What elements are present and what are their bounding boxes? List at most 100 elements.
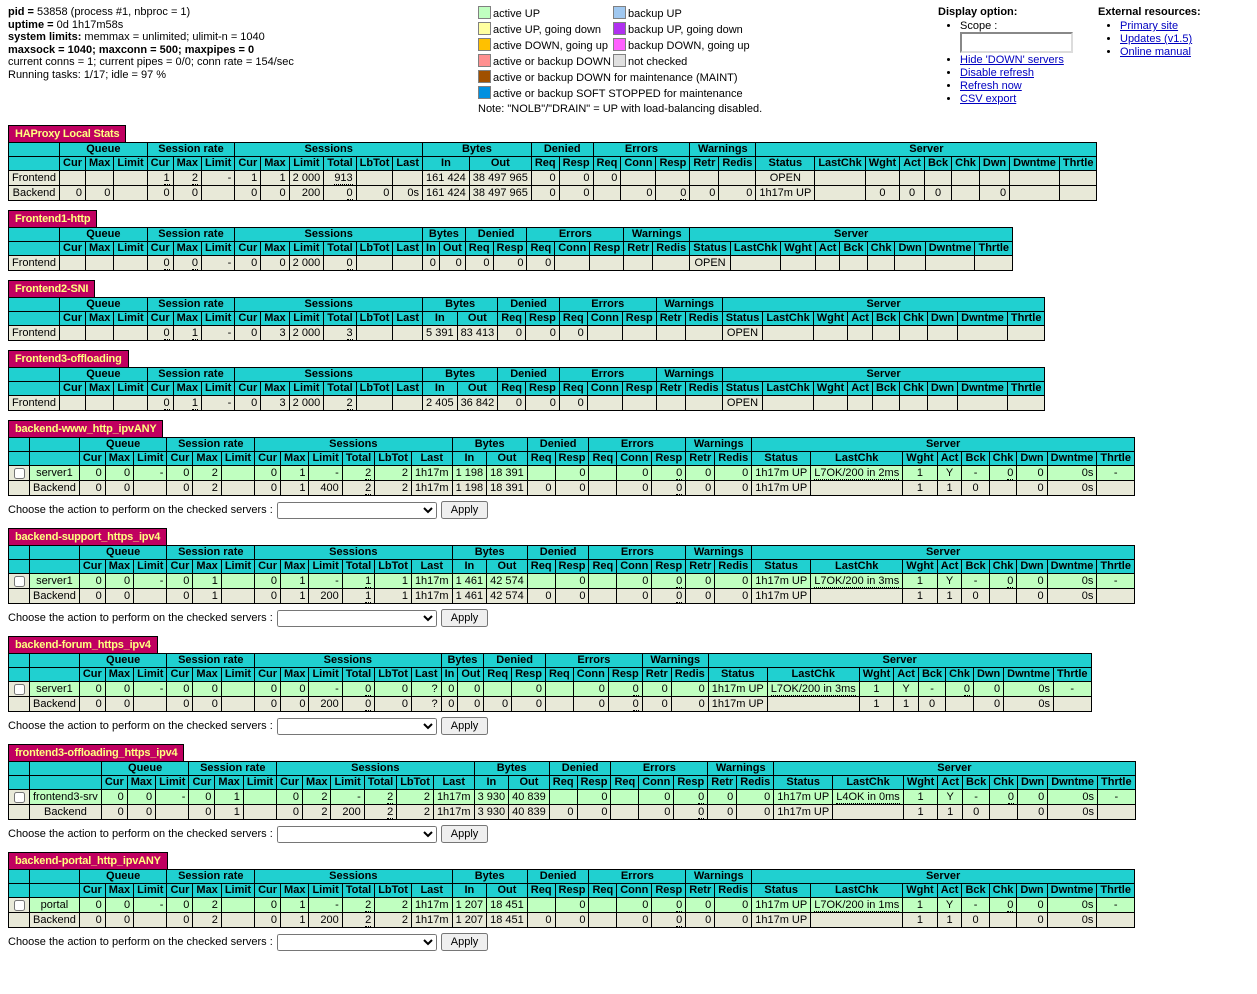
col-denied-resp: Resp [493,242,527,256]
col-errors-req: Req [593,157,621,171]
cell-server-chk: 0 [989,898,1017,913]
disable-refresh-link[interactable]: Disable refresh [960,67,1034,79]
col-sessions-lbtot: LbTot [375,452,412,466]
server-action-bar: Choose the action to perform on the chec… [8,607,1257,627]
cell-queue-limit [134,481,167,496]
col-warnings-retr: Retr [642,668,671,682]
row-select-checkbox[interactable] [14,792,25,803]
col-denied-resp: Resp [555,560,589,574]
online-manual-item[interactable]: Online manual [1120,46,1201,58]
hide-down-servers-item[interactable]: Hide 'DOWN' servers [960,54,1098,66]
group-header-errors: Errors [545,654,642,668]
col-bytes-in: In [423,382,458,396]
row-select-cell[interactable] [9,898,30,913]
server-action-select[interactable] [277,718,437,735]
col-server-lastchk: LastChk [811,884,903,898]
server-action-select[interactable] [277,934,437,951]
cell-sessions-cur: 0 [255,589,281,604]
server-action-select[interactable] [277,502,437,519]
cell-server-act: 1 [937,589,962,604]
col-warnings-redis: Redis [715,560,752,574]
checkbox-column-subheader [9,884,30,898]
updates-item[interactable]: Updates (v1.5) [1120,33,1201,45]
cell-server-chk [990,805,1018,820]
legend-color-swatch-icon [478,70,491,83]
cell-denied-resp: 0 [559,171,593,186]
cell-sessions-lbtot: 2 [375,466,412,481]
col-server-bck: Bck [963,776,990,790]
col-session-rate-limit: Limit [202,157,235,171]
cell-errors-req: 0 [559,396,587,411]
apply-button[interactable] [441,609,489,627]
cell-sessions-lbtot: 2 [375,481,412,496]
refresh-now-link[interactable]: Refresh now [960,80,1022,92]
cell-denied-req: 0 [527,481,555,496]
apply-button[interactable] [441,501,489,519]
legend-label-cell: backup DOWN, going up [628,38,752,54]
updates-link[interactable]: Updates (v1.5) [1120,33,1192,45]
primary-site-link[interactable]: Primary site [1120,20,1178,32]
cell-server-wght [781,256,815,271]
cell-errors-conn: 0 [617,481,652,496]
col-warnings-redis: Redis [715,884,752,898]
refresh-now-item[interactable]: Refresh now [960,80,1098,92]
cell-denied-req [549,790,577,805]
row-select-cell[interactable] [9,466,30,481]
row-select-checkbox[interactable] [14,684,25,695]
name-column-subheader [30,560,80,574]
server-action-label: Choose the action to perform on the chec… [8,720,273,732]
row-select-checkbox[interactable] [14,576,25,587]
col-session-rate-cur: Cur [147,157,173,171]
row-select-cell[interactable] [9,682,30,697]
col-server-wght: Wght [781,242,815,256]
csv-export-item[interactable]: CSV export [960,93,1098,105]
sub-header-row: CurMaxLimitCurMaxLimitCurMaxLimitTotalLb… [9,242,1013,256]
row-select-checkbox[interactable] [14,468,25,479]
cell-server-act: Y [937,574,962,589]
cell-server-bck: - [962,898,989,913]
cell-session-rate-cur-value: 0 [164,257,170,270]
stats-table: QueueSession rateSessionsBytesDeniedErro… [8,869,1135,928]
cell-session-rate-max: 1 [193,574,221,589]
row-select-checkbox[interactable] [14,900,25,911]
col-queue-max: Max [85,382,113,396]
cell-bytes-out: 18 451 [487,913,528,928]
cell-sessions-limit: 2 000 [289,171,324,186]
col-sessions-cur: Cur [255,452,281,466]
col-server-thrtle: Thrtle [1059,157,1097,171]
primary-site-item[interactable]: Primary site [1120,20,1201,32]
server-action-select[interactable] [277,826,437,843]
cell-sessions-max: 0 [281,697,309,712]
cell-sessions-cur: 0 [255,697,281,712]
csv-export-link[interactable]: CSV export [960,93,1016,105]
col-queue-max: Max [105,668,133,682]
row-label: Frontend [9,171,60,186]
name-column-header [9,143,60,157]
group-header-server: Server [752,438,1135,452]
legend-swatch-cell [478,86,493,102]
col-queue-limit: Limit [134,560,167,574]
apply-button[interactable] [441,717,489,735]
cell-sessions-limit: 200 [331,805,364,820]
cell-sessions-cur: 0 [255,466,281,481]
col-sessions-max: Max [261,382,289,396]
row-select-cell[interactable] [9,790,30,805]
cell-warnings-redis [685,396,722,411]
cell-server-dwntme: 0s [1047,574,1097,589]
disable-refresh-item[interactable]: Disable refresh [960,67,1098,79]
apply-button[interactable] [441,933,489,951]
online-manual-link[interactable]: Online manual [1120,46,1191,58]
col-denied-req: Req [465,242,493,256]
checkbox-column-subheader [9,776,30,790]
scope-input[interactable] [960,32,1073,53]
cell-session-rate-max: 2 [173,171,201,186]
pid-line: pid = 53858 (process #1, nbproc = 1) [8,6,478,19]
col-session-rate-limit: Limit [221,668,254,682]
col-session-rate-cur: Cur [167,884,193,898]
row-select-cell[interactable] [9,574,30,589]
hide-down-servers-link[interactable]: Hide 'DOWN' servers [960,54,1064,66]
apply-button[interactable] [441,825,489,843]
server-action-select[interactable] [277,610,437,627]
options-columns: Display option: Scope : Hide 'DOWN' serv… [938,6,1201,106]
cell-sessions-total: 2 [364,805,396,820]
